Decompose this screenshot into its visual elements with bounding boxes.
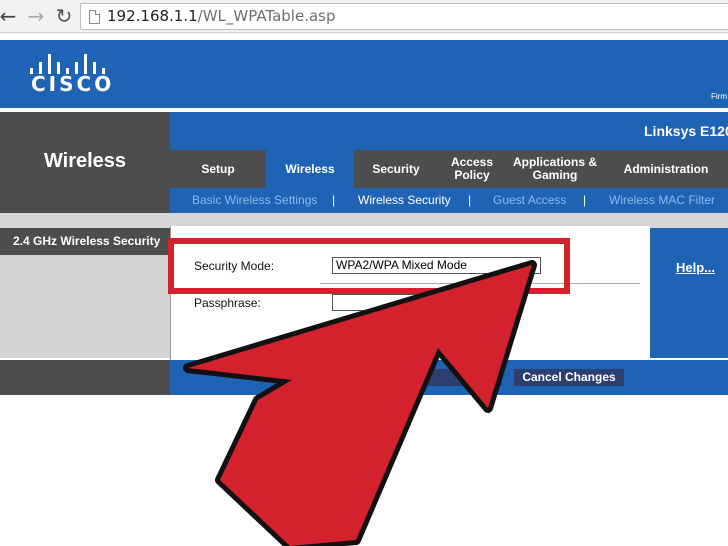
save-settings-label: ngs [472, 370, 494, 384]
tab-applications-gaming[interactable]: Applications & Gaming [506, 150, 604, 188]
section-title-block: Wireless [0, 112, 170, 213]
tab-access-policy-label: Access Policy [450, 155, 494, 182]
browser-toolbar: ← → ↻ 192.168.1.1/WL_WPATable.asp [0, 0, 728, 33]
subnav-separator: | [468, 193, 472, 207]
page-title: Wireless [43, 150, 127, 172]
help-column [650, 228, 728, 358]
forward-arrow-icon[interactable]: → [24, 4, 48, 28]
cisco-logo: CISCO [31, 72, 115, 96]
url-text[interactable]: 192.168.1.1/WL_WPATable.asp [107, 7, 336, 25]
tab-setup[interactable]: Setup [170, 150, 266, 188]
cancel-changes-button[interactable]: Cancel Changes [514, 369, 624, 386]
back-arrow-icon[interactable]: ← [0, 4, 20, 28]
help-link[interactable]: Help... [676, 260, 715, 275]
tab-applications-gaming-label: Applications & Gaming [512, 155, 597, 182]
cisco-logo-bars-icon [30, 48, 110, 74]
subnav-wireless-security[interactable]: Wireless Security [358, 193, 451, 207]
address-bar[interactable]: 192.168.1.1/WL_WPATable.asp [80, 3, 728, 30]
page-icon [89, 10, 100, 24]
tab-administration[interactable]: Administration [604, 150, 728, 188]
save-settings-button[interactable]: ngs [406, 369, 502, 386]
url-host: 192.168.1.1 [107, 7, 198, 25]
passphrase-field[interactable] [332, 294, 482, 311]
url-path: /WL_WPATable.asp [197, 7, 336, 25]
wireless-security-section-label: 2.4 GHz Wireless Security [13, 234, 161, 248]
subnav-guest-access[interactable]: Guest Access [493, 193, 566, 207]
subnav-separator: | [583, 193, 587, 207]
subnav-separator: | [332, 193, 336, 207]
highlight-frame [168, 238, 570, 294]
model-name: Linksys E120 [644, 123, 728, 139]
sub-navigation: Basic Wireless Settings | Wireless Secur… [170, 188, 728, 213]
subnav-basic-wireless-settings[interactable]: Basic Wireless Settings [192, 193, 317, 207]
tab-wireless[interactable]: Wireless [266, 150, 354, 188]
cisco-header: CISCO Firm [0, 40, 728, 108]
subnav-wireless-mac-filter[interactable]: Wireless MAC Filter [609, 193, 715, 207]
firmware-label: Firm [711, 92, 727, 101]
tab-access-policy[interactable]: Access Policy [438, 150, 506, 188]
bottom-left-block [0, 360, 170, 395]
tab-security[interactable]: Security [354, 150, 438, 188]
reload-icon[interactable]: ↻ [52, 4, 76, 28]
passphrase-label: Passphrase: [194, 296, 261, 310]
